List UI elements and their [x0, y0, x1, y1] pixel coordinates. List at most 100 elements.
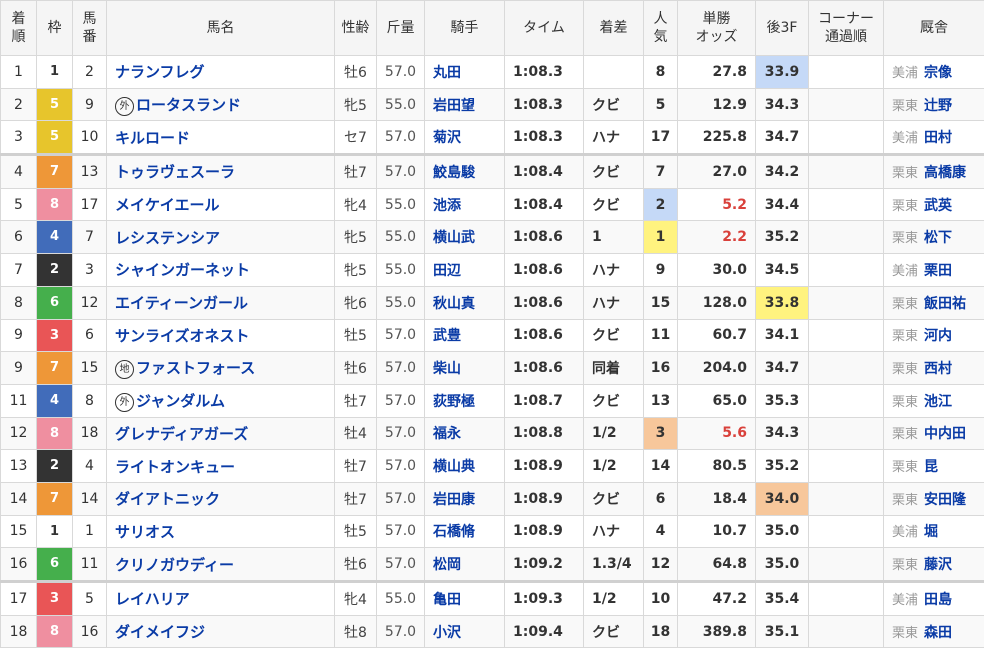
jockey-link[interactable]: 柴山 [424, 351, 505, 385]
stable-cell[interactable]: 栗東 池江 [883, 383, 984, 418]
corner-cell [808, 318, 884, 353]
time-cell: 1:08.6 [504, 318, 584, 353]
horse-name-link[interactable]: サリオス [106, 514, 335, 549]
stable-cell[interactable]: 栗東 中内田 [883, 416, 984, 451]
horse-name-link[interactable]: エイティーンガール [106, 285, 335, 320]
stable-region: 栗東 [892, 460, 919, 476]
jockey-link[interactable]: 松岡 [424, 547, 505, 582]
stable-cell[interactable]: 栗東 武英 [883, 187, 984, 222]
waku-cell: 3 [36, 318, 73, 353]
jockey-link[interactable]: 福永 [424, 416, 505, 451]
header-rank: 着順 [0, 0, 37, 56]
horse-name-link[interactable]: グレナディアガーズ [106, 416, 335, 451]
horse-name-link[interactable]: 外ジャンダルム [106, 383, 335, 418]
horse-name-link[interactable]: ダイアトニック [106, 481, 335, 516]
sex-age-cell: 牡4 [334, 416, 377, 451]
horse-name-link[interactable]: キルロード [106, 120, 335, 156]
horse-name-link[interactable]: 地ファストフォース [106, 351, 335, 385]
rank-cell: 3 [0, 120, 37, 156]
stable-cell[interactable]: 美浦 宗像 [883, 55, 984, 89]
umaban-cell: 12 [72, 285, 107, 320]
stable-region: 美浦 [892, 65, 919, 81]
jockey-link[interactable]: 田辺 [424, 253, 505, 287]
stable-cell[interactable]: 栗東 松下 [883, 220, 984, 255]
horse-name-link[interactable]: クリノガウディー [106, 547, 335, 582]
jockey-link[interactable]: 秋山真 [424, 285, 505, 320]
odds-cell: 47.2 [677, 580, 756, 616]
jockey-link[interactable]: 横山典 [424, 449, 505, 483]
sex-age-cell: 牝4 [334, 187, 377, 222]
jockey-link[interactable]: 丸田 [424, 55, 505, 89]
weight-cell: 57.0 [376, 351, 425, 385]
horse-name: ライトオンキュー [115, 457, 236, 476]
horse-name-link[interactable]: 外ロータスランド [106, 87, 335, 122]
corner-cell [808, 220, 884, 255]
horse-name-link[interactable]: ダイメイフジ [106, 614, 335, 649]
horse-name-link[interactable]: レイハリア [106, 580, 335, 616]
margin-cell: ハナ [583, 285, 644, 320]
stable-cell[interactable]: 美浦堀 [883, 514, 984, 549]
stable-region: 栗東 [892, 198, 919, 214]
waku-cell: 6 [36, 547, 73, 582]
sex-age-cell: 牡6 [334, 351, 377, 385]
stable-name: 高橋康 [924, 164, 967, 181]
waku-badge: 5 [37, 121, 72, 154]
jockey-link[interactable]: 武豊 [424, 318, 505, 353]
umaban-cell: 10 [72, 120, 107, 156]
jockey-link[interactable]: 亀田 [424, 580, 505, 616]
waku-cell: 5 [36, 87, 73, 122]
corner-cell [808, 120, 884, 156]
stable-cell[interactable]: 栗東 藤沢 [883, 547, 984, 582]
sex-age-cell: 牡7 [334, 481, 377, 516]
sex-age-cell: 牡6 [334, 547, 377, 582]
jockey-link[interactable]: 横山武 [424, 220, 505, 255]
stable-cell[interactable]: 栗東 西村 [883, 351, 984, 385]
jockey-link[interactable]: 小沢 [424, 614, 505, 649]
stable-cell[interactable]: 栗東 河内 [883, 318, 984, 353]
stable-cell[interactable]: 栗東昆 [883, 449, 984, 483]
last-3f-cell: 33.8 [755, 285, 809, 320]
stable-cell[interactable]: 栗東 飯田祐 [883, 285, 984, 320]
table-row: 4 7 13 トゥラヴェスーラ 牡7 57.0 鮫島駿 1:08.4 クビ 7 … [0, 153, 984, 189]
jockey-link[interactable]: 池添 [424, 187, 505, 222]
last-3f-cell: 35.2 [755, 220, 809, 255]
horse-name-link[interactable]: レシステンシア [106, 220, 335, 255]
horse-name-link[interactable]: シャインガーネット [106, 253, 335, 287]
margin-cell: 1/2 [583, 449, 644, 483]
header-odds: 単勝 オッズ [677, 0, 756, 56]
stable-cell[interactable]: 栗東 安田隆 [883, 481, 984, 516]
stable-cell[interactable]: 美浦 栗田 [883, 253, 984, 287]
stable-cell[interactable]: 美浦 田村 [883, 120, 984, 156]
corner-cell [808, 187, 884, 222]
horse-name-link[interactable]: メイケイエール [106, 187, 335, 222]
stable-cell[interactable]: 栗東 高橋康 [883, 153, 984, 189]
waku-badge: 5 [37, 89, 72, 120]
horse-name-link[interactable]: ライトオンキュー [106, 449, 335, 483]
stable-region: 栗東 [892, 98, 919, 114]
odds-cell: 128.0 [677, 285, 756, 320]
horse-name-link[interactable]: ナランフレグ [106, 55, 335, 89]
margin-cell: クビ [583, 153, 644, 189]
stable-cell[interactable]: 美浦 田島 [883, 580, 984, 616]
header-popularity: 人気 [643, 0, 678, 56]
stable-cell[interactable]: 栗東 森田 [883, 614, 984, 649]
jockey-link[interactable]: 荻野極 [424, 383, 505, 418]
stable-cell[interactable]: 栗東 辻野 [883, 87, 984, 122]
rank-cell: 9 [0, 351, 37, 385]
jockey-link[interactable]: 岩田望 [424, 87, 505, 122]
rank-cell: 17 [0, 580, 37, 616]
time-cell: 1:09.2 [504, 547, 584, 582]
waku-badge: 8 [37, 418, 72, 449]
jockey-link[interactable]: 菊沢 [424, 120, 505, 156]
sex-age-cell: 牡7 [334, 449, 377, 483]
table-row: 15 1 1 サリオス 牡5 57.0 石橋脩 1:08.9 ハナ 4 10.7… [0, 514, 984, 549]
stable-region: 栗東 [892, 427, 919, 443]
header-corner: コーナー 通過順 [808, 0, 884, 56]
stable-region: 栗東 [892, 296, 919, 312]
jockey-link[interactable]: 鮫島駿 [424, 153, 505, 189]
jockey-link[interactable]: 岩田康 [424, 481, 505, 516]
horse-name-link[interactable]: トゥラヴェスーラ [106, 153, 335, 189]
horse-name-link[interactable]: サンライズオネスト [106, 318, 335, 353]
umaban-cell: 16 [72, 614, 107, 649]
jockey-link[interactable]: 石橋脩 [424, 514, 505, 549]
